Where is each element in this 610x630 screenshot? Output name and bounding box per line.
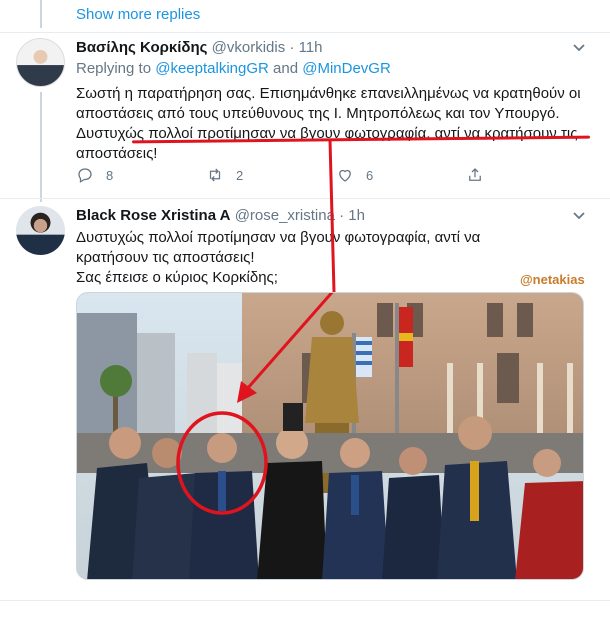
retweet-count: 2 bbox=[236, 167, 244, 183]
display-name[interactable]: Black Rose Xristina A bbox=[76, 207, 231, 224]
chevron-down-icon[interactable] bbox=[572, 209, 586, 224]
tweet-photo[interactable] bbox=[76, 292, 584, 580]
watermark: @netakias bbox=[520, 272, 585, 287]
mention-link[interactable]: @MinDevGR bbox=[302, 60, 391, 77]
thread-connector bbox=[40, 0, 42, 28]
avatar[interactable] bbox=[16, 206, 65, 255]
tweet-text: Δυστυχώς πολλοί προτίμησαν να βγουν φωτο… bbox=[76, 229, 481, 266]
tweet-header: Βασίλης Κορκίδης @vkorkidis · 11h bbox=[76, 39, 323, 56]
separator-dot: · bbox=[289, 39, 295, 56]
user-handle[interactable]: @vkorkidis bbox=[212, 39, 286, 56]
thread-connector bbox=[40, 92, 42, 202]
divider bbox=[0, 600, 610, 601]
mention-link[interactable]: @keeptalkingGR bbox=[155, 60, 269, 77]
replying-and: and bbox=[273, 60, 299, 77]
display-name[interactable]: Βασίλης Κορκίδης bbox=[76, 39, 207, 56]
timestamp[interactable]: 1h bbox=[348, 207, 365, 224]
chevron-down-icon[interactable] bbox=[572, 41, 586, 56]
separator-dot: · bbox=[339, 207, 345, 224]
share-icon bbox=[469, 168, 481, 181]
user-handle[interactable]: @rose_xristina bbox=[235, 207, 335, 224]
tweet-korkidis[interactable]: Βασίλης Κορκίδης @vkorkidis · 11h Replyi… bbox=[0, 32, 610, 202]
tweet-text-line2: Σας έπεισε ο κύριος Κορκίδης; bbox=[76, 269, 278, 286]
like-count: 6 bbox=[366, 167, 374, 183]
like-button[interactable]: 6 bbox=[336, 166, 466, 184]
reply-icon bbox=[78, 168, 92, 183]
tweet-text: Σωστή η παρατήρηση σας. Επισημάνθηκε επα… bbox=[76, 85, 581, 162]
heart-icon bbox=[339, 169, 351, 182]
retweet-button[interactable]: 2 bbox=[206, 166, 336, 184]
reply-button[interactable]: 8 bbox=[76, 166, 206, 184]
timestamp[interactable]: 11h bbox=[299, 39, 323, 56]
show-more-replies-link[interactable]: Show more replies bbox=[76, 6, 200, 23]
replying-prefix: Replying to bbox=[76, 60, 152, 77]
tweet-header: Black Rose Xristina A @rose_xristina · 1… bbox=[76, 207, 365, 224]
photo-illustration bbox=[77, 293, 583, 579]
retweet-icon bbox=[209, 168, 221, 182]
tweet-actions: 8 2 6 bbox=[76, 166, 516, 184]
replying-to: Replying to @keeptalkingGR and @MinDevGR bbox=[76, 60, 391, 77]
reply-count: 8 bbox=[106, 167, 114, 183]
avatar[interactable] bbox=[16, 38, 65, 87]
share-button[interactable] bbox=[466, 166, 506, 184]
